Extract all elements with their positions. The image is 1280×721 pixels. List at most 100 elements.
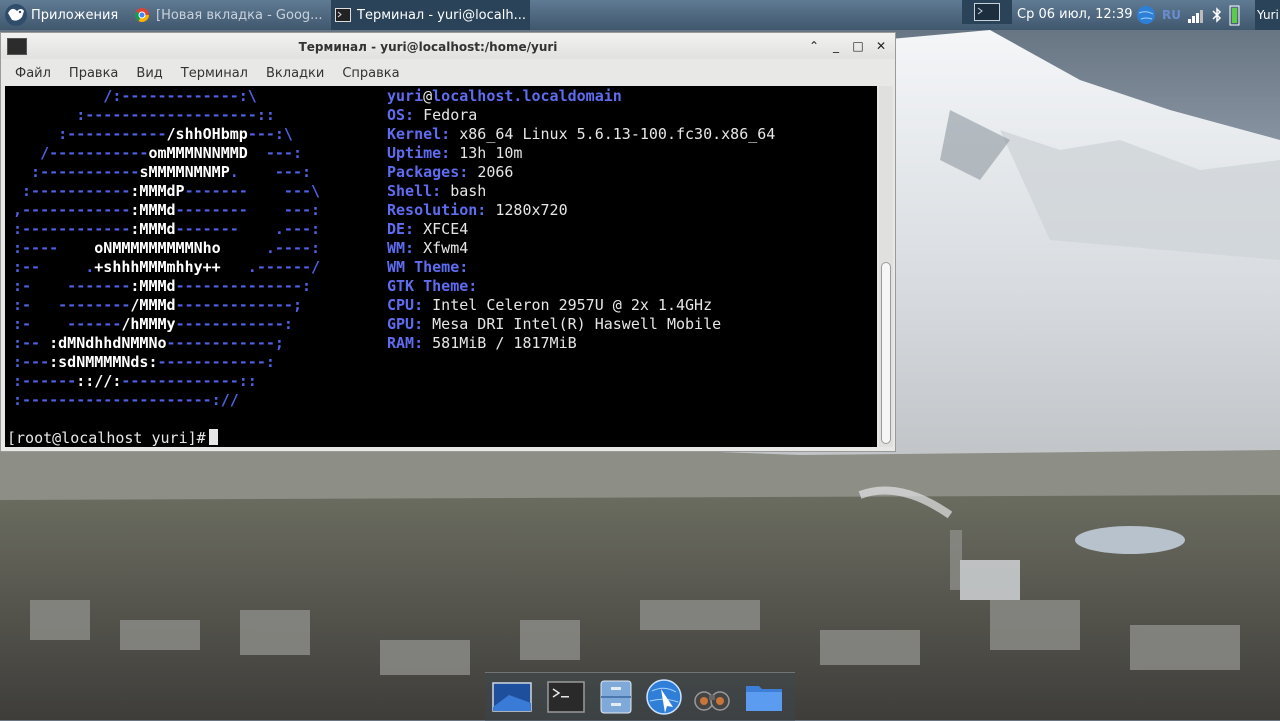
info-row: Kernel: x86_64 Linux 5.6.13-100.fc30.x86…	[387, 125, 775, 144]
folder-icon[interactable]	[743, 677, 785, 717]
host-user: yuri	[387, 87, 424, 105]
info-value: 581MiB / 1817MiB	[432, 334, 577, 352]
taskbar-item-chrome[interactable]: [Новая вкладка - Goog...	[130, 0, 328, 30]
logo-segment: :- ------	[13, 315, 122, 333]
info-value: Xfwm4	[423, 239, 469, 257]
logo-segment: :MMMd	[130, 277, 176, 295]
scrollbar-thumb[interactable]	[881, 262, 891, 444]
info-row: Shell: bash	[387, 182, 775, 201]
app-finder-icon[interactable]	[691, 677, 733, 717]
minimize-icon[interactable]: _	[827, 38, 845, 54]
menu-help[interactable]: Справка	[342, 66, 399, 81]
info-value: 13h 10m	[459, 144, 523, 162]
logo-segment: +shhhMMMmhhy++	[94, 258, 221, 276]
logo-segment: -------------::	[121, 372, 257, 390]
wifi-signal-icon[interactable]	[1187, 6, 1205, 24]
info-key: WM Theme:	[387, 258, 469, 276]
logo-segment: /-----------	[13, 144, 149, 162]
terminal-icon	[335, 8, 351, 22]
applications-menu-label: Приложения	[31, 7, 119, 23]
taskbar-item-terminal[interactable]: Терминал - yuri@localh...	[331, 0, 530, 30]
bottom-dock	[485, 672, 795, 721]
fedora-ascii-logo: /:-------------:\ :-------------------::…	[13, 87, 320, 410]
info-key: Packages:	[387, 163, 469, 181]
host-at: @	[423, 87, 433, 105]
logo-segment: ------------:	[157, 353, 275, 371]
network-globe-icon[interactable]	[1136, 5, 1156, 25]
chrome-icon	[134, 8, 149, 22]
menu-tabs[interactable]: Вкладки	[266, 66, 324, 81]
logo-segment: /:-------------:\	[13, 87, 257, 105]
menu-edit[interactable]: Правка	[69, 66, 118, 81]
info-row: GPU: Mesa DRI Intel(R) Haswell Mobile	[387, 315, 775, 334]
logo-segment: :MMMd	[130, 201, 176, 219]
desktop-icon[interactable]	[491, 677, 533, 717]
logo-segment: ,------------	[13, 201, 131, 219]
logo-line: :-----------:MMMdP------- ---\	[13, 182, 320, 201]
host-name: localhost.localdomain	[432, 87, 622, 105]
logo-segment: . ---:	[229, 163, 312, 181]
logo-segment: :---	[13, 353, 50, 371]
info-key: RAM:	[387, 334, 424, 352]
info-row: CPU: Intel Celeron 2957U @ 2x 1.4GHz	[387, 296, 775, 315]
logo-segment: /MMMd	[130, 296, 176, 314]
logo-segment: --------------:	[175, 277, 312, 295]
shell-prompt[interactable]: [root@localhost yuri]#	[7, 429, 218, 447]
window-title: Терминал - yuri@localhost:/home/yuri	[298, 40, 558, 54]
info-key: DE:	[387, 220, 415, 238]
info-key: OS:	[387, 106, 415, 124]
file-manager-icon[interactable]	[595, 677, 637, 717]
maximize-icon[interactable]: □	[849, 38, 867, 54]
info-row: GTK Theme:	[387, 277, 775, 296]
browser-icon[interactable]	[643, 677, 685, 717]
menu-bar: Файл Правка Вид Терминал Вкладки Справка	[1, 61, 895, 85]
logo-segment: ------- ---\	[184, 182, 321, 200]
logo-segment: :------------	[13, 220, 131, 238]
logo-segment: -------------;	[175, 296, 302, 314]
applications-menu-button[interactable]: Приложения	[0, 0, 128, 30]
logo-segment: omMMMNNNMMD	[148, 144, 248, 162]
logo-segment: oNMMMMMMMMMNho	[94, 239, 221, 257]
menu-file[interactable]: Файл	[15, 66, 51, 81]
window-titlebar[interactable]: Терминал - yuri@localhost:/home/yuri ⌃ _…	[1, 33, 895, 59]
logo-line: :------:://:-------------::	[13, 372, 320, 391]
prompt-text: [root@localhost yuri]#	[7, 429, 206, 447]
info-row: WM Theme:	[387, 258, 775, 277]
info-row: OS: Fedora	[387, 106, 775, 125]
info-key: Shell:	[387, 182, 442, 200]
keyboard-layout-indicator[interactable]: RU	[1162, 8, 1181, 22]
menu-view[interactable]: Вид	[136, 66, 162, 81]
shade-icon[interactable]: ⌃	[805, 38, 823, 54]
battery-icon[interactable]	[1229, 4, 1241, 26]
info-value: XFCE4	[423, 220, 469, 238]
clock[interactable]: Ср 06 июл, 12:39	[1017, 0, 1133, 30]
terminal-screen[interactable]: /:-------------:\ :-------------------::…	[5, 86, 877, 447]
close-icon[interactable]: ✕	[872, 38, 890, 54]
info-row: DE: XFCE4	[387, 220, 775, 239]
workspace-switcher[interactable]	[962, 0, 1012, 24]
info-row: RAM: 581MiB / 1817MiB	[387, 334, 775, 353]
logo-line: :-- :dMNdhhdNMMNo------------;	[13, 334, 320, 353]
logo-line: :- ------/hMMMy------------:	[13, 315, 320, 334]
logo-segment: sMMMMNMNMP	[139, 163, 230, 181]
system-tray: RU	[1136, 0, 1256, 30]
info-key: CPU:	[387, 296, 424, 314]
terminal-scrollbar[interactable]	[879, 86, 893, 447]
user-menu[interactable]: Yuri	[1255, 0, 1280, 30]
logo-segment: :sdNMMMMNds:	[49, 353, 158, 371]
logo-segment: :-------------------::	[13, 106, 275, 124]
info-value: Mesa DRI Intel(R) Haswell Mobile	[432, 315, 722, 333]
menu-terminal[interactable]: Терминал	[181, 66, 248, 81]
logo-segment: :- -------	[13, 277, 131, 295]
info-value: 2066	[477, 163, 514, 181]
logo-segment: ------------;	[166, 334, 284, 352]
info-value: Fedora	[423, 106, 478, 124]
bluetooth-icon[interactable]	[1211, 6, 1223, 24]
logo-line: :---------------------://	[13, 391, 320, 410]
logo-segment: .------/	[220, 258, 321, 276]
logo-line: :---:sdNMMMMNds:------------:	[13, 353, 320, 372]
text-cursor	[208, 429, 218, 445]
terminal-icon[interactable]	[545, 677, 587, 717]
info-value: Intel Celeron 2957U @ 2x 1.4GHz	[432, 296, 713, 314]
logo-segment: /hMMMy	[121, 315, 176, 333]
